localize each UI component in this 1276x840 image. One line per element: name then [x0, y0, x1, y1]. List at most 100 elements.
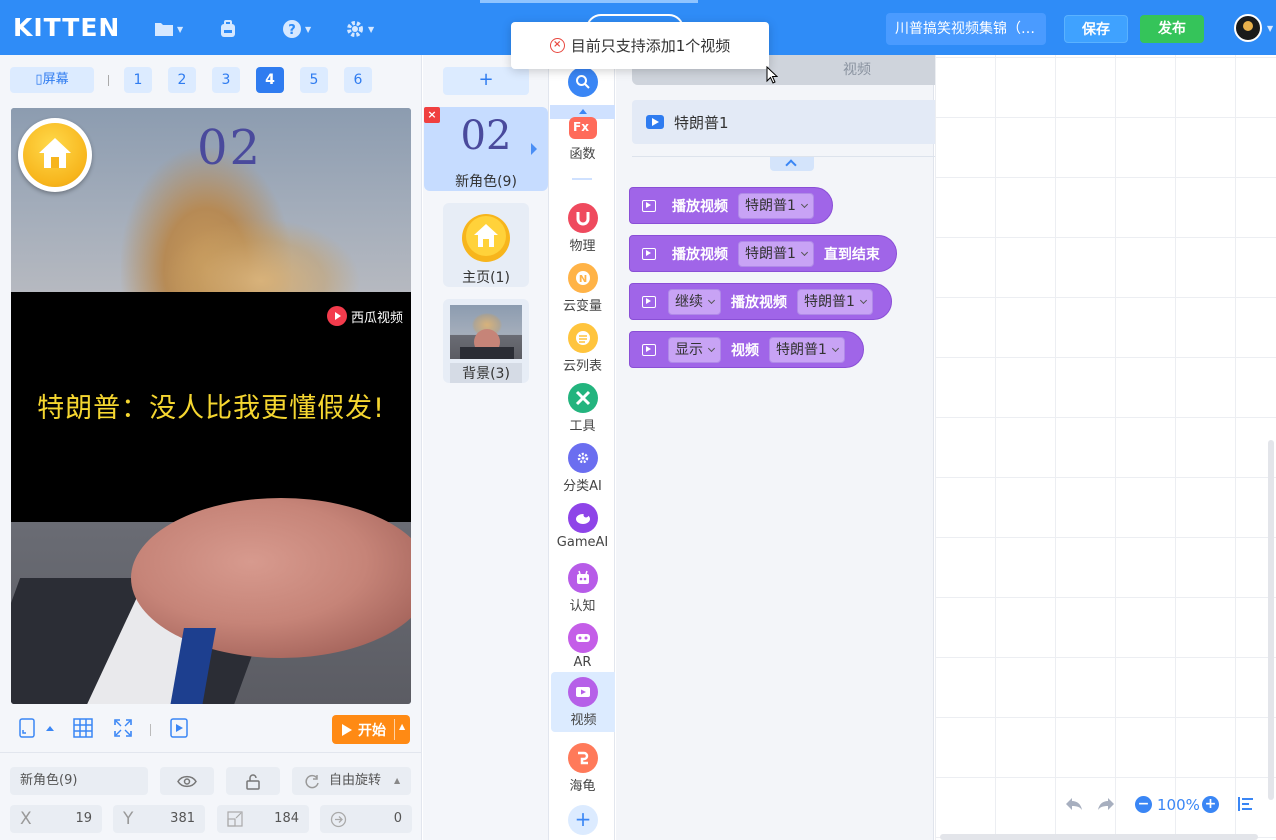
screen-tab-1[interactable]: 1 — [124, 67, 152, 93]
rotation-label: 自由旋转 — [329, 773, 382, 788]
dropdown-value: 特朗普1 — [745, 197, 796, 214]
play-icon — [342, 723, 352, 736]
divider — [108, 75, 109, 86]
start-menu-caret-icon[interactable]: ▲ — [399, 722, 405, 731]
undo-icon[interactable] — [1064, 796, 1084, 812]
category-cognition[interactable]: 认知 — [550, 557, 615, 617]
sprite-label: 新角色(9) — [455, 174, 517, 190]
zoom-out-button[interactable]: − — [1135, 796, 1152, 813]
add-extension-button[interactable]: + — [568, 805, 598, 835]
home-sprite-icon — [462, 214, 510, 262]
video-dropdown[interactable]: 特朗普1 — [738, 192, 814, 219]
direction-field[interactable]: 0 — [320, 805, 412, 833]
caret-up-icon[interactable] — [45, 724, 55, 732]
add-sprite-button[interactable]: + — [443, 67, 529, 95]
category-classify-ai[interactable]: 分类AI — [550, 437, 615, 497]
video-file-icon — [646, 115, 664, 129]
zoom-in-button[interactable]: + — [1202, 796, 1219, 813]
chevron-down-icon — [707, 296, 716, 304]
help-icon[interactable]: ? ▼ — [282, 18, 311, 40]
lock-toggle[interactable] — [226, 767, 280, 795]
grid-icon[interactable] — [73, 718, 93, 738]
vertical-scrollbar[interactable] — [1268, 440, 1274, 800]
category-ar[interactable]: AR — [550, 617, 615, 677]
home-sprite[interactable] — [18, 118, 92, 192]
y-label: Y — [123, 809, 134, 829]
user-avatar[interactable] — [1234, 14, 1262, 42]
action-dropdown[interactable]: 继续 — [668, 288, 721, 315]
chevron-down-icon — [831, 344, 839, 352]
chevron-down-icon — [859, 296, 867, 304]
direction-icon — [330, 811, 347, 828]
category-function[interactable]: Fx 函数 — [550, 113, 615, 173]
robot-icon — [568, 563, 598, 593]
collapse-button[interactable] — [770, 157, 814, 171]
play-preview-icon[interactable] — [170, 718, 188, 738]
xigua-logo-icon — [326, 306, 347, 326]
screen-tab-6[interactable]: 6 — [344, 67, 372, 93]
user-menu-caret-icon[interactable]: ▼ — [1267, 24, 1273, 33]
align-blocks-icon[interactable] — [1237, 796, 1255, 812]
block-text: 播放视频 — [731, 294, 787, 311]
y-field[interactable]: Y 381 — [113, 805, 205, 833]
video-asset-item[interactable]: 特朗普1 — [632, 100, 952, 144]
screen-icon: ▯ — [35, 72, 43, 87]
divider — [572, 178, 592, 180]
watermark-text: 西瓜视频 — [350, 310, 403, 326]
stage-canvas[interactable]: 02 西瓜视频 特朗普：没人比我更懂假发! — [11, 108, 411, 704]
publish-button[interactable]: 发布 — [1140, 15, 1204, 43]
sprite-number-text[interactable]: 02 — [197, 120, 262, 176]
block-palette: 视频 特朗普1 播放视频 特朗普1 播放视频 特朗普1 直到结束 继续 播放视频… — [616, 55, 952, 840]
size-field[interactable]: 184 — [217, 805, 309, 833]
category-game-ai[interactable]: GameAI — [550, 497, 615, 557]
backpack-icon[interactable] — [218, 18, 238, 40]
sprite-name-field[interactable]: 新角色(9) — [10, 767, 148, 795]
rotation-mode-select[interactable]: 自由旋转 ▲ — [292, 767, 411, 795]
category-cloud-variable[interactable]: N 云变量 — [550, 257, 615, 317]
category-cloud-list[interactable]: 云列表 — [550, 317, 615, 377]
fullscreen-icon[interactable] — [113, 718, 133, 738]
screen-tab-4[interactable]: 4 — [256, 67, 284, 93]
block-play-video[interactable]: 播放视频 特朗普1 — [629, 187, 833, 224]
x-field[interactable]: X 19 — [10, 805, 102, 833]
device-frame-icon[interactable] — [19, 718, 35, 738]
save-button[interactable]: 保存 — [1064, 15, 1128, 43]
sprite-label: 主页(1) — [462, 270, 510, 286]
category-tools[interactable]: 工具 — [550, 377, 615, 437]
category-video[interactable]: 视频 — [551, 672, 615, 732]
dropdown-value: 特朗普1 — [776, 341, 827, 358]
visibility-dropdown[interactable]: 显示 — [668, 336, 721, 363]
block-resume-video[interactable]: 继续 播放视频 特朗普1 — [629, 283, 892, 320]
sprite-card-home[interactable]: 主页(1) — [443, 203, 529, 287]
video-dropdown[interactable]: 特朗普1 — [797, 288, 873, 315]
block-show-video[interactable]: 显示 视频 特朗普1 — [629, 331, 864, 368]
video-block-icon — [642, 199, 656, 212]
app-logo: KITTEN — [13, 13, 121, 42]
sprite-card-background[interactable]: 背景(3) — [443, 299, 529, 383]
search-button[interactable] — [568, 67, 598, 97]
screen-toggle-button[interactable]: ▯屏幕 — [10, 67, 94, 93]
block-play-video-until-end[interactable]: 播放视频 特朗普1 直到结束 — [629, 235, 897, 272]
redo-icon[interactable] — [1096, 796, 1116, 812]
settings-icon[interactable]: ▼ — [345, 18, 374, 40]
category-turtle[interactable]: 海龟 — [550, 737, 615, 797]
category-label: 认知 — [569, 599, 596, 614]
code-workspace[interactable] — [935, 55, 1276, 840]
start-button[interactable]: 开始 ▲ — [332, 715, 410, 744]
screen-tab-5[interactable]: 5 — [300, 67, 328, 93]
horizontal-scrollbar[interactable] — [940, 834, 1258, 840]
unlock-icon — [246, 774, 260, 790]
delete-sprite-icon[interactable]: × — [424, 107, 440, 123]
visibility-toggle[interactable] — [160, 767, 214, 795]
screen-tab-2[interactable]: 2 — [168, 67, 196, 93]
folder-icon[interactable]: ▼ — [154, 18, 183, 40]
category-physics[interactable]: 物理 — [550, 197, 615, 257]
sprite-card-new-role[interactable]: 02 新角色(9) — [424, 107, 548, 191]
category-label: 视频 — [570, 713, 597, 728]
screen-tab-3[interactable]: 3 — [212, 67, 240, 93]
video-dropdown[interactable]: 特朗普1 — [738, 240, 814, 267]
tab-indicator — [480, 0, 698, 3]
video-dropdown[interactable]: 特朗普1 — [769, 336, 845, 363]
video-asset-label: 特朗普1 — [674, 113, 729, 132]
project-title-input[interactable]: 川普搞笑视频集锦（… — [886, 13, 1046, 45]
